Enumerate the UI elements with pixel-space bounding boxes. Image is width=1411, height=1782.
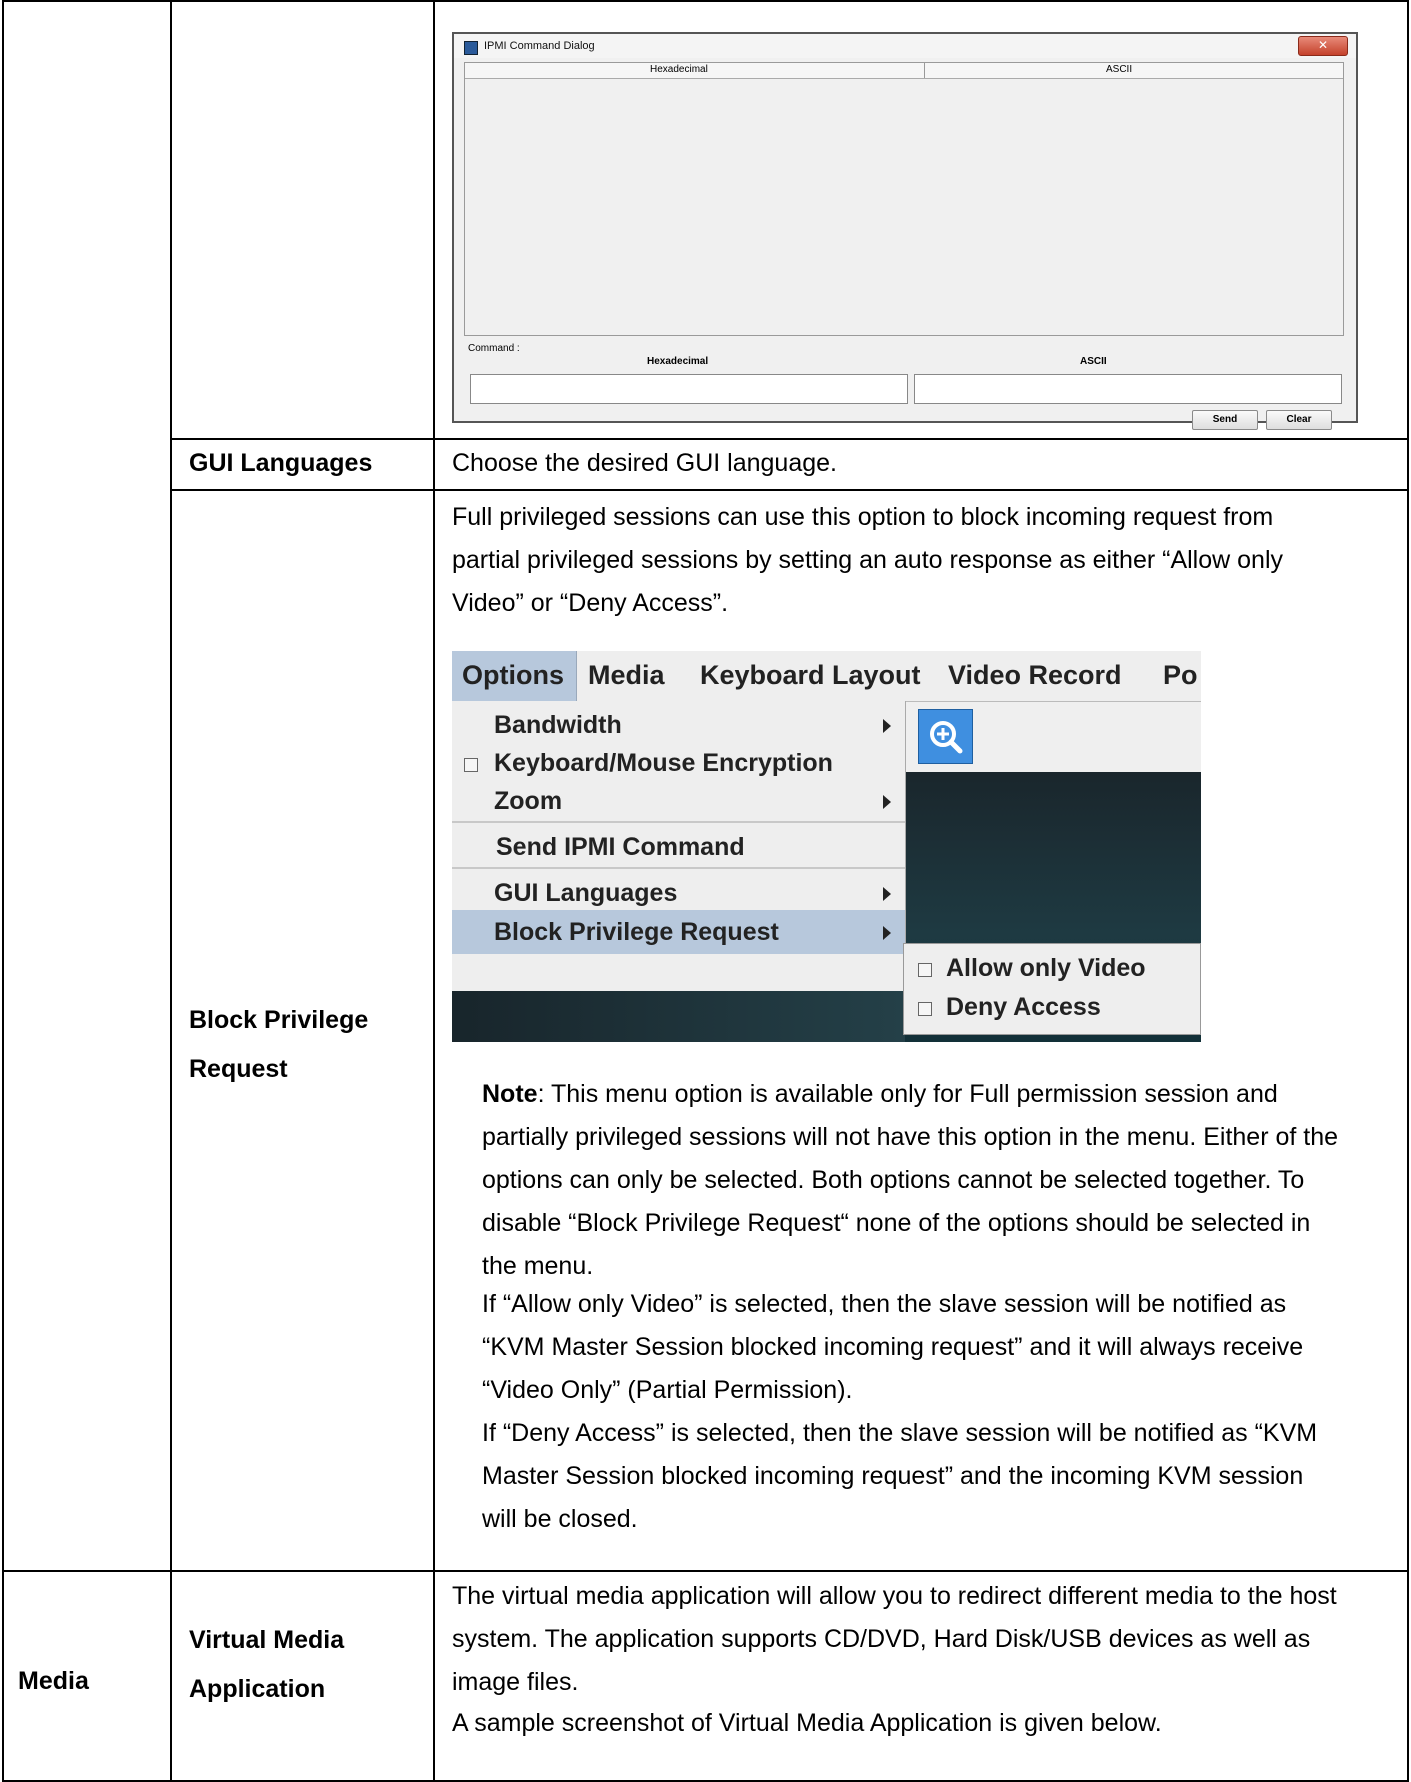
note-label: Note (482, 1080, 538, 1108)
menubar: Options Media Keyboard Layout Video Reco… (452, 651, 1201, 702)
command-label: Command : (468, 343, 520, 354)
menu-item-label: Zoom (494, 787, 563, 815)
menu-item-send-ipmi[interactable]: Send IPMI Command (452, 825, 905, 869)
media-line: The virtual media application will allow… (452, 1582, 1337, 1610)
ipmi-command-dialog: IPMI Command Dialog ✕ Hexadecimal ASCII … (452, 32, 1358, 430)
note-line: options can only be selected. Both optio… (482, 1166, 1305, 1194)
input-hex-label: Hexadecimal (647, 356, 709, 367)
menu-options[interactable]: Options (452, 651, 577, 701)
virtual-media-label-line2: Application (189, 1675, 326, 1703)
block-privilege-label-line1: Block Privilege (189, 1006, 369, 1034)
menu-options-label: Options (462, 660, 564, 690)
media-category-label: Media (18, 1667, 89, 1695)
intro-line: partial privileged sessions by setting a… (452, 546, 1284, 574)
response-area: Hexadecimal ASCII (464, 62, 1344, 336)
menu-item-gui-languages[interactable]: GUI Languages (452, 871, 905, 915)
input-ascii-label: ASCII (1080, 356, 1107, 367)
media-line: system. The application supports CD/DVD,… (452, 1625, 1311, 1653)
media-line: A sample screenshot of Virtual Media App… (452, 1709, 1162, 1737)
intro-line: Video” or “Deny Access”. (452, 589, 729, 617)
response-col-hex: Hexadecimal (650, 64, 708, 75)
block-privilege-submenu: Allow only Video Deny Access (903, 943, 1201, 1035)
note-line: disable “Block Privilege Request“ none o… (482, 1209, 1311, 1237)
note-line: If “Deny Access” is selected, then the s… (482, 1419, 1318, 1447)
note-line: the menu. (482, 1252, 594, 1280)
options-menu-screenshot: Options Media Keyboard Layout Video Reco… (452, 651, 1201, 1042)
submenu-deny-access[interactable]: Deny Access (904, 985, 1201, 1029)
checkbox-icon[interactable] (464, 758, 478, 772)
menu-item-label: Bandwidth (494, 711, 622, 739)
clear-button[interactable]: Clear (1266, 410, 1332, 430)
close-icon[interactable]: ✕ (1298, 36, 1348, 56)
checkbox-icon[interactable] (918, 1002, 932, 1016)
menu-item-label: GUI Languages (494, 879, 678, 907)
menu-item-label: Send IPMI Command (496, 833, 745, 861)
menu-item-zoom[interactable]: Zoom (452, 779, 905, 823)
hex-command-input[interactable] (470, 374, 908, 404)
menu-separator (452, 821, 905, 823)
response-header: Hexadecimal ASCII (465, 63, 1343, 79)
menu-power[interactable]: Po (1163, 660, 1198, 691)
menu-keyboard-layout[interactable]: Keyboard Layout (700, 660, 921, 691)
menu-item-label: Keyboard/Mouse Encryption (494, 749, 833, 777)
gui-languages-label: GUI Languages (189, 449, 373, 477)
menu-item-label: Block Privilege Request (494, 918, 779, 946)
gui-languages-description: Choose the desired GUI language. (452, 449, 837, 477)
column-divider (924, 63, 925, 78)
menu-media[interactable]: Media (588, 660, 665, 691)
options-dropdown: Bandwidth Keyboard/Mouse Encryption Zoom… (452, 701, 906, 991)
submenu-item-label: Allow only Video (946, 954, 1146, 982)
response-col-ascii: ASCII (1106, 64, 1133, 75)
zoom-in-icon[interactable] (918, 709, 973, 764)
submenu-arrow-icon (883, 926, 891, 940)
note-line-first: Note: This menu option is available only… (482, 1073, 1278, 1115)
note-text: : This menu option is available only for… (537, 1080, 1278, 1108)
submenu-arrow-icon (883, 887, 891, 901)
submenu-arrow-icon (883, 795, 891, 809)
dialog-title: IPMI Command Dialog (484, 40, 595, 52)
media-line: image files. (452, 1668, 579, 1696)
note-line: Master Session blocked incoming request”… (482, 1462, 1304, 1490)
app-icon (464, 41, 478, 55)
menu-video-record[interactable]: Video Record (948, 660, 1122, 691)
send-button[interactable]: Send (1192, 410, 1258, 430)
note-line: partially privileged sessions will not h… (482, 1123, 1339, 1151)
submenu-arrow-icon (883, 719, 891, 733)
ascii-command-input[interactable] (914, 374, 1342, 404)
note-line: “Video Only” (Partial Permission). (482, 1376, 853, 1404)
kvm-video-area (452, 991, 905, 1042)
block-privilege-label-line2: Request (189, 1055, 288, 1083)
submenu-allow-only-video[interactable]: Allow only Video (904, 946, 1201, 990)
note-line: will be closed. (482, 1505, 638, 1533)
menu-item-block-privilege[interactable]: Block Privilege Request (452, 910, 905, 954)
virtual-media-label-line1: Virtual Media (189, 1626, 345, 1654)
checkbox-icon[interactable] (918, 963, 932, 977)
menu-separator (452, 867, 905, 869)
note-line: If “Allow only Video” is selected, then … (482, 1290, 1287, 1318)
dialog-titlebar: IPMI Command Dialog ✕ (454, 34, 1356, 58)
intro-line: Full privileged sessions can use this op… (452, 503, 1274, 531)
submenu-item-label: Deny Access (946, 993, 1101, 1021)
note-line: “KVM Master Session blocked incoming req… (482, 1333, 1304, 1361)
